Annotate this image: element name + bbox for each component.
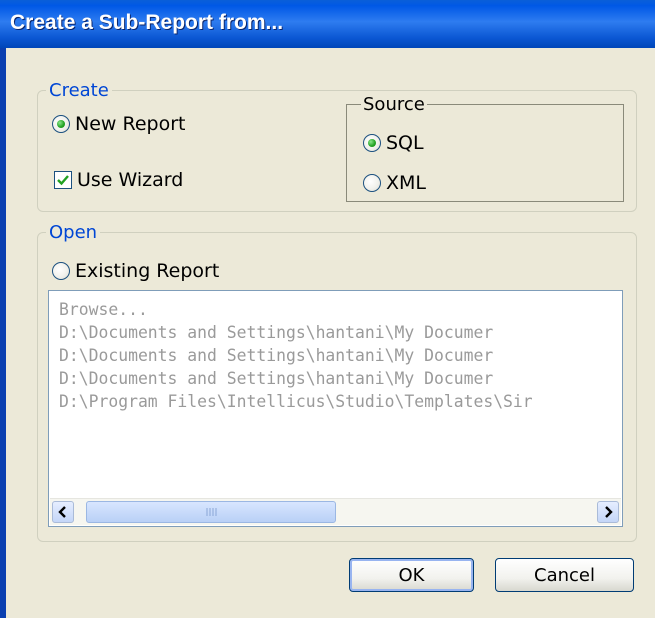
existing-report-radio[interactable] bbox=[52, 262, 70, 280]
new-report-radio-option[interactable]: New Report bbox=[52, 113, 185, 135]
list-item-browse[interactable]: Browse... bbox=[59, 300, 148, 319]
checkmark-icon bbox=[57, 175, 69, 186]
cancel-button[interactable]: Cancel bbox=[495, 558, 634, 592]
xml-label: XML bbox=[386, 172, 426, 194]
existing-report-radio-option[interactable]: Existing Report bbox=[52, 260, 219, 282]
create-subreport-dialog: Create a Sub-Report from... Create New R… bbox=[0, 0, 655, 618]
source-group-legend: Source bbox=[363, 94, 425, 115]
chevron-right-icon bbox=[605, 506, 613, 518]
use-wizard-checkbox-option[interactable]: Use Wizard bbox=[54, 169, 183, 191]
grip-icon bbox=[206, 508, 217, 516]
horizontal-scrollbar[interactable] bbox=[50, 498, 621, 525]
create-group-legend: Create bbox=[49, 80, 109, 101]
use-wizard-checkbox[interactable] bbox=[54, 171, 72, 189]
scroll-thumb[interactable] bbox=[86, 501, 336, 523]
list-item[interactable]: D:\Documents and Settings\hantani\My Doc… bbox=[59, 323, 493, 342]
window-left-border bbox=[0, 48, 6, 618]
scroll-left-button[interactable] bbox=[52, 501, 74, 523]
sql-radio-option[interactable]: SQL bbox=[363, 132, 424, 154]
recent-reports-list[interactable]: Browse... D:\Documents and Settings\hant… bbox=[48, 290, 623, 527]
existing-report-label: Existing Report bbox=[75, 260, 220, 282]
scroll-right-button[interactable] bbox=[597, 501, 619, 523]
title-bar[interactable]: Create a Sub-Report from... bbox=[0, 0, 655, 48]
sql-label: SQL bbox=[386, 132, 424, 154]
sql-radio[interactable] bbox=[363, 134, 381, 152]
dialog-title: Create a Sub-Report from... bbox=[10, 11, 284, 34]
use-wizard-label: Use Wizard bbox=[77, 169, 184, 191]
open-group-legend: Open bbox=[49, 222, 98, 243]
xml-radio[interactable] bbox=[363, 174, 381, 192]
new-report-radio[interactable] bbox=[52, 115, 70, 133]
new-report-label: New Report bbox=[75, 113, 186, 135]
list-item[interactable]: D:\Program Files\Intellicus\Studio\Templ… bbox=[59, 392, 533, 411]
list-item[interactable]: D:\Documents and Settings\hantani\My Doc… bbox=[59, 346, 493, 365]
ok-button[interactable]: OK bbox=[349, 558, 474, 592]
xml-radio-option[interactable]: XML bbox=[363, 172, 426, 194]
list-item[interactable]: D:\Documents and Settings\hantani\My Doc… bbox=[59, 369, 493, 388]
chevron-left-icon bbox=[58, 506, 66, 518]
